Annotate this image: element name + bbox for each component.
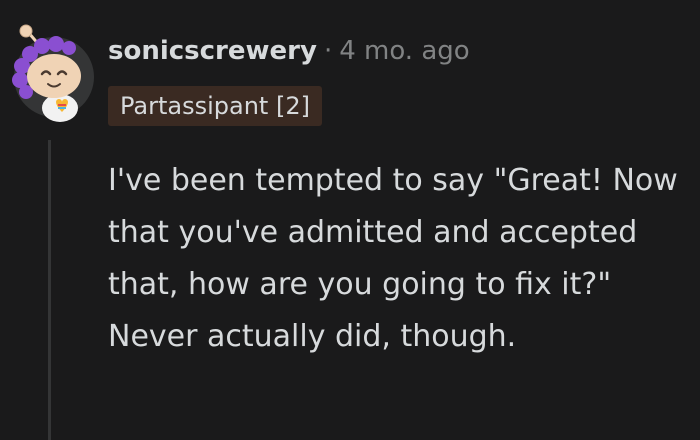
user-flair: Partassipant [2]: [108, 86, 322, 126]
comment-body: I've been tempted to say "Great! Now tha…: [108, 163, 678, 354]
thread-line[interactable]: [48, 140, 51, 440]
username-link[interactable]: sonicscrewery: [108, 36, 317, 66]
snoo-avatar-icon: [12, 24, 81, 122]
timestamp[interactable]: 4 mo. ago: [339, 36, 469, 66]
avatar[interactable]: [6, 24, 100, 124]
comment-header: sonicscrewery · 4 mo. ago: [108, 36, 470, 66]
separator-dot: ·: [323, 36, 333, 66]
